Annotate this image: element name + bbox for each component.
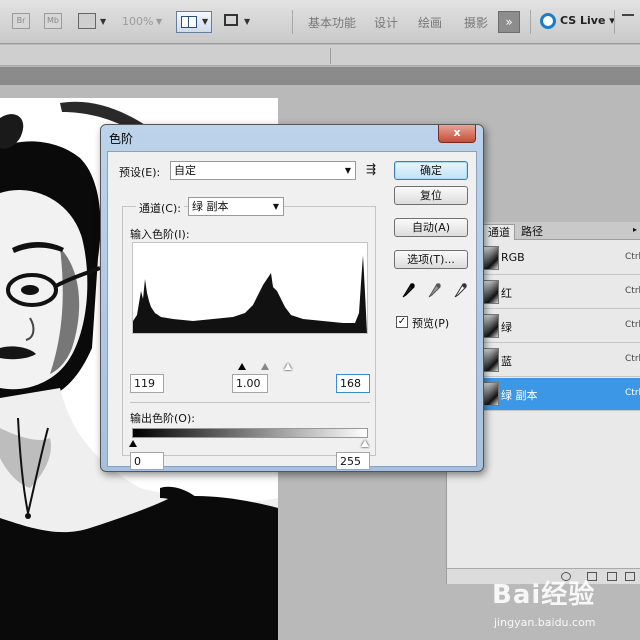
workspace-photography[interactable]: 摄影 <box>464 14 488 31</box>
input-black-slider[interactable] <box>238 363 246 370</box>
channel-shortcut: Ctrl <box>625 320 640 330</box>
divider <box>330 48 331 64</box>
channel-thumbnail <box>483 280 499 304</box>
chevron-down-icon[interactable]: ▼ <box>244 17 250 26</box>
output-white-field[interactable]: 255 <box>336 452 370 470</box>
auto-button[interactable]: 自动(A) <box>394 218 468 237</box>
workspace-painting[interactable]: 绘画 <box>418 14 442 31</box>
input-gamma-slider[interactable] <box>261 363 269 370</box>
ok-button[interactable]: 确定 <box>394 161 468 180</box>
close-button[interactable]: x <box>438 125 476 143</box>
application-bar: Br Mb ▼ 100% ▼ ▼ ▼ 基本功能 设计 绘画 摄影 » CS Li… <box>0 0 640 44</box>
channel-shortcut: Ctrl <box>625 354 640 364</box>
channel-thumbnail <box>483 246 499 270</box>
layout-grid-icon <box>181 16 197 28</box>
options-button[interactable]: 选项(T)... <box>394 250 468 269</box>
preview-checkbox[interactable]: ✓ <box>396 316 408 328</box>
channel-row-green[interactable]: 绿 Ctrl <box>481 310 640 343</box>
channel-name: 绿 副本 <box>501 389 538 402</box>
channel-thumbnail <box>483 348 499 372</box>
chevron-down-icon: ▼ <box>202 17 209 26</box>
channel-row-blue[interactable]: 蓝 Ctrl <box>481 344 640 377</box>
panel-menu-icon[interactable]: ▸ <box>633 225 637 234</box>
document-tab-strip <box>0 67 640 85</box>
bridge-icon-label: Br <box>16 16 26 25</box>
channel-value: 绿 副本 <box>192 200 229 213</box>
chevron-down-icon[interactable]: ▼ <box>156 17 162 26</box>
channel-row-rgb[interactable]: RGB Ctrl <box>481 242 640 275</box>
channel-row-red[interactable]: 红 Ctrl <box>481 276 640 309</box>
channel-name: 绿 <box>501 321 512 334</box>
view-extras-icon[interactable] <box>78 13 96 29</box>
chevron-down-icon: ▼ <box>344 166 351 175</box>
output-black-field[interactable]: 0 <box>130 452 164 470</box>
chevron-down-icon: ▼ <box>272 202 279 211</box>
channel-thumbnail <box>483 314 499 338</box>
minimize-icon[interactable] <box>622 14 634 16</box>
levels-dialog: 色阶 x 预设(E): 自定 ▼ ⇶ 通道(C): 绿 副本 ▼ 输入色阶(I): … <box>100 124 484 472</box>
workspace-essentials[interactable]: 基本功能 <box>308 14 356 31</box>
channel-shortcut: Ctrl <box>625 388 640 398</box>
workspace-design[interactable]: 设计 <box>374 14 398 31</box>
channel-label: 通道(C): <box>136 200 184 216</box>
tab-channels[interactable]: 通道 <box>483 224 515 240</box>
preset-options-icon[interactable]: ⇶ <box>366 162 376 176</box>
white-eyedropper-icon[interactable] <box>452 282 468 300</box>
cs-live-label: CS Live <box>560 14 606 27</box>
preset-label: 预设(E): <box>119 166 161 179</box>
output-black-slider[interactable] <box>129 440 137 447</box>
channel-name: 红 <box>501 287 512 300</box>
input-white-field[interactable]: 168 <box>336 374 370 393</box>
divider <box>530 10 531 34</box>
options-bar <box>0 45 640 66</box>
watermark-url: jingyan.baidu.com <box>494 616 596 629</box>
gray-eyedropper-icon[interactable] <box>426 282 442 300</box>
channel-thumbnail <box>483 382 499 406</box>
mini-bridge-icon-label: Mb <box>47 16 59 25</box>
channel-select[interactable]: 绿 副本 ▼ <box>188 197 284 216</box>
arrange-documents-button[interactable]: ▼ <box>176 11 212 33</box>
divider <box>130 402 370 403</box>
zoom-level[interactable]: 100% <box>122 15 153 28</box>
output-white-slider[interactable] <box>361 440 369 447</box>
channel-name: RGB <box>501 251 525 264</box>
histogram-plot <box>133 255 367 333</box>
channel-name: 蓝 <box>501 355 512 368</box>
output-gradient <box>132 428 368 438</box>
input-gamma-field[interactable]: 1.00 <box>232 374 268 393</box>
preview-label: 预览(P) <box>412 317 450 330</box>
channel-shortcut: Ctrl <box>625 252 640 262</box>
divider <box>292 10 293 34</box>
tab-paths[interactable]: 路径 <box>517 224 547 240</box>
dialog-body: 预设(E): 自定 ▼ ⇶ 通道(C): 绿 副本 ▼ 输入色阶(I): 119 1… <box>107 151 477 470</box>
input-levels-label: 输入色阶(I): <box>130 228 190 241</box>
channel-shortcut: Ctrl <box>625 286 640 296</box>
preset-value: 自定 <box>174 164 196 177</box>
dialog-title: 色阶 <box>109 132 134 146</box>
watermark-brand: Bai经验 <box>492 580 596 610</box>
chevron-down-icon[interactable]: ▼ <box>100 17 106 26</box>
input-white-slider[interactable] <box>284 363 292 370</box>
divider <box>614 10 615 34</box>
input-black-field[interactable]: 119 <box>130 374 164 393</box>
more-workspaces-button[interactable]: » <box>498 11 520 33</box>
baidu-jingyan-watermark: Bai经验 jingyan.baidu.com <box>492 574 638 638</box>
bridge-icon[interactable]: Br <box>12 13 30 29</box>
histogram <box>132 242 368 334</box>
mini-bridge-icon[interactable]: Mb <box>44 13 62 29</box>
channel-row-green-copy[interactable]: 绿 副本 Ctrl <box>481 378 640 411</box>
output-levels-label: 输出色阶(O): <box>130 412 195 425</box>
black-eyedropper-icon[interactable] <box>400 282 416 300</box>
cs-live-button[interactable]: CS Live ▾ <box>540 13 615 29</box>
reset-button[interactable]: 复位 <box>394 186 468 205</box>
cs-live-icon <box>540 13 556 29</box>
screen-mode-icon[interactable] <box>224 14 238 26</box>
preset-select[interactable]: 自定 ▼ <box>170 161 356 180</box>
